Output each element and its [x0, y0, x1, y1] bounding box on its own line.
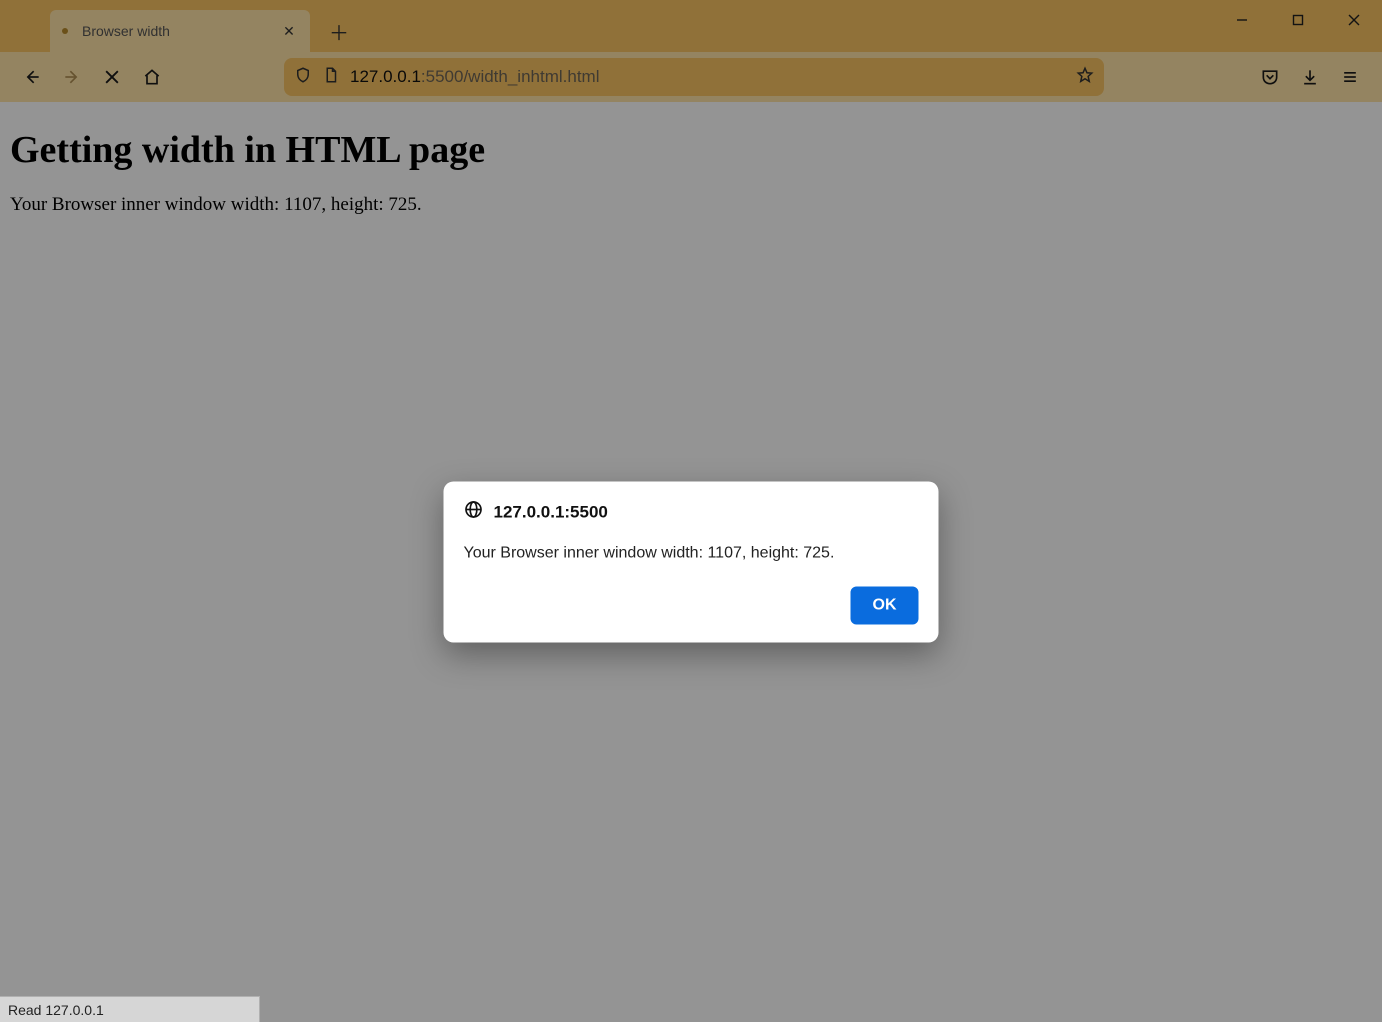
stop-button[interactable]: [94, 59, 130, 95]
tab-loading-icon: [62, 28, 68, 34]
status-bar: Read 127.0.0.1: [0, 996, 260, 1022]
dialog-ok-button[interactable]: OK: [851, 587, 919, 625]
url-text: 127.0.0.1:5500/width_inhtml.html: [350, 67, 1066, 87]
dialog-origin: 127.0.0.1:5500: [494, 502, 608, 522]
window-minimize-button[interactable]: [1214, 0, 1270, 40]
alert-dialog: 127.0.0.1:5500 Your Browser inner window…: [444, 482, 939, 643]
globe-icon: [464, 500, 484, 525]
window-close-button[interactable]: [1326, 0, 1382, 40]
close-tab-button[interactable]: ✕: [280, 22, 298, 40]
window-controls: [1214, 0, 1382, 40]
dialog-header: 127.0.0.1:5500: [464, 500, 919, 525]
new-tab-button[interactable]: ＋: [324, 16, 354, 46]
downloads-button[interactable]: [1292, 59, 1328, 95]
tab-title: Browser width: [82, 23, 280, 39]
status-text: Read 127.0.0.1: [8, 1002, 104, 1018]
app-menu-button[interactable]: [1332, 59, 1368, 95]
bookmark-star-button[interactable]: [1076, 66, 1094, 89]
title-bar: Browser width ✕ ＋: [0, 0, 1382, 52]
url-path: :5500/width_inhtml.html: [421, 67, 600, 86]
window-maximize-button[interactable]: [1270, 0, 1326, 40]
dialog-message: Your Browser inner window width: 1107, h…: [464, 545, 919, 563]
forward-button[interactable]: [54, 59, 90, 95]
back-button[interactable]: [14, 59, 50, 95]
address-bar[interactable]: 127.0.0.1:5500/width_inhtml.html: [284, 58, 1104, 96]
home-button[interactable]: [134, 59, 170, 95]
modal-overlay: 127.0.0.1:5500 Your Browser inner window…: [0, 102, 1382, 1022]
url-host: 127.0.0.1: [350, 67, 421, 86]
pocket-button[interactable]: [1252, 59, 1288, 95]
shield-icon: [294, 66, 312, 89]
navigation-toolbar: 127.0.0.1:5500/width_inhtml.html: [0, 52, 1382, 102]
browser-tab[interactable]: Browser width ✕: [50, 10, 310, 52]
page-icon: [322, 66, 340, 89]
